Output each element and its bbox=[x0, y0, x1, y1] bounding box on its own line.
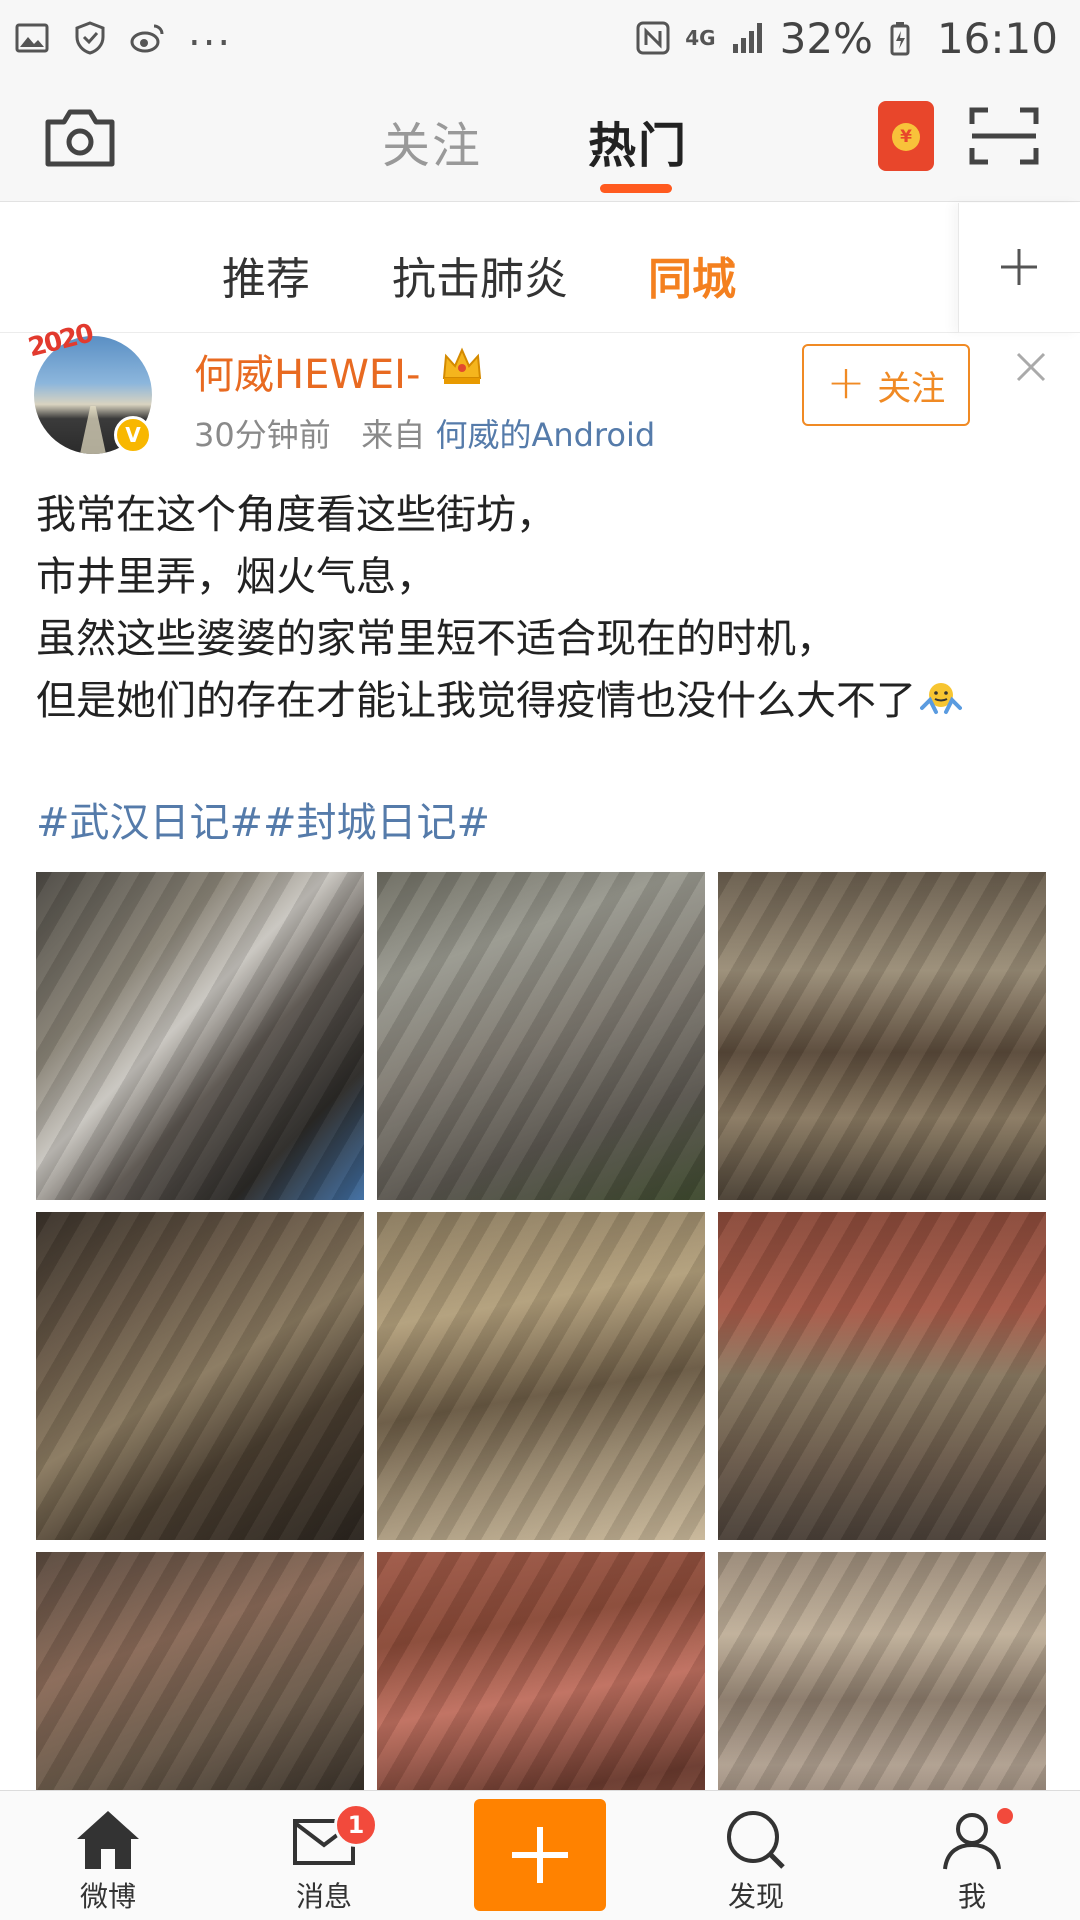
nav-home[interactable]: 微博 bbox=[48, 1791, 168, 1920]
username[interactable]: 何威HEWEI- bbox=[194, 342, 420, 400]
home-icon bbox=[77, 1811, 139, 1869]
post-line: 虽然这些婆婆的家常里短不适合现在的时机， bbox=[36, 616, 836, 662]
camera-icon[interactable] bbox=[44, 106, 116, 168]
balcony-photo[interactable] bbox=[718, 872, 1046, 1200]
shield-icon bbox=[75, 21, 105, 55]
crown-icon bbox=[442, 347, 482, 384]
tiled-roof-photo[interactable] bbox=[718, 1212, 1046, 1540]
shrug-emoji-icon bbox=[920, 683, 962, 714]
hashtags[interactable]: #武汉日记##封城日记# bbox=[36, 790, 490, 848]
verified-icon: V bbox=[114, 416, 152, 454]
street-car-photo[interactable] bbox=[36, 872, 364, 1200]
add-channel-button[interactable] bbox=[958, 203, 1080, 333]
channel-tab-recommend[interactable]: 推荐 bbox=[222, 243, 310, 307]
post-line: 但是她们的存在才能让我觉得疫情也没什么大不了 bbox=[36, 678, 916, 724]
close-icon[interactable] bbox=[1014, 350, 1048, 384]
source-prefix: 来自 bbox=[361, 416, 426, 454]
compose-plus-icon bbox=[512, 1827, 568, 1883]
nav-discover-label: 发现 bbox=[727, 1880, 784, 1913]
tab-following[interactable]: 关注 bbox=[382, 106, 482, 176]
post-source[interactable]: 何威的Android bbox=[435, 416, 655, 454]
nav-profile-label: 我 bbox=[957, 1880, 986, 1913]
more-notifications: ... bbox=[188, 9, 233, 55]
post-time: 30分钟前 bbox=[194, 416, 331, 454]
red-packet-icon[interactable]: ¥ bbox=[878, 101, 934, 171]
bottom-nav: 微博 消息 1 发现 我 bbox=[0, 1790, 1080, 1920]
top-nav: 关注 热门 ¥ bbox=[0, 76, 1080, 202]
follow-label: 关注 bbox=[877, 368, 946, 409]
post-text: 我常在这个角度看这些街坊， 市井里弄，烟火气息， 虽然这些婆婆的家常里短不适合现… bbox=[36, 484, 1046, 732]
plus-icon: + bbox=[826, 355, 866, 409]
post-line: 我常在这个角度看这些街坊， bbox=[36, 492, 556, 538]
scan-icon[interactable] bbox=[968, 106, 1040, 166]
tab-hot[interactable]: 热门 bbox=[588, 106, 688, 176]
notification-dot bbox=[994, 1805, 1016, 1827]
battery-percent: 32% bbox=[779, 13, 873, 63]
network-type: 4G bbox=[685, 26, 716, 50]
signal-icon bbox=[732, 23, 762, 53]
nav-discover[interactable]: 发现 bbox=[696, 1791, 816, 1920]
weibo-icon bbox=[130, 24, 164, 53]
post-line: 市井里弄，烟火气息， bbox=[36, 554, 436, 600]
nav-messages-label: 消息 bbox=[295, 1880, 352, 1913]
nfc-icon bbox=[636, 21, 670, 55]
follow-button[interactable]: + 关注 bbox=[802, 344, 970, 426]
search-icon bbox=[727, 1811, 785, 1869]
post-meta: 30分钟前 来自 何威的Android bbox=[194, 410, 655, 456]
photo-grid bbox=[36, 872, 1046, 1880]
status-bar: ... 4G 32% 16:10 bbox=[0, 0, 1080, 76]
nav-profile[interactable]: 我 bbox=[912, 1791, 1032, 1920]
channel-tab-fight-pneumonia[interactable]: 抗击肺炎 bbox=[392, 243, 568, 307]
battery-icon bbox=[890, 22, 910, 56]
compose-button[interactable] bbox=[474, 1799, 606, 1911]
nav-messages[interactable]: 消息 1 bbox=[264, 1791, 384, 1920]
active-tab-indicator bbox=[600, 184, 672, 193]
bicycle-wall-photo[interactable] bbox=[36, 1212, 364, 1540]
unread-badge: 1 bbox=[334, 1803, 378, 1847]
nav-home-label: 微博 bbox=[79, 1880, 136, 1913]
channel-tab-local[interactable]: 同城 bbox=[648, 243, 736, 307]
gallery-icon bbox=[15, 23, 49, 53]
clock: 16:10 bbox=[936, 13, 1058, 63]
elderly-walking-photo[interactable] bbox=[377, 872, 705, 1200]
channel-tabs: 推荐 抗击肺炎 同城 bbox=[0, 203, 1080, 333]
plus-icon bbox=[1001, 249, 1037, 285]
laundry-balcony-photo[interactable] bbox=[377, 1212, 705, 1540]
